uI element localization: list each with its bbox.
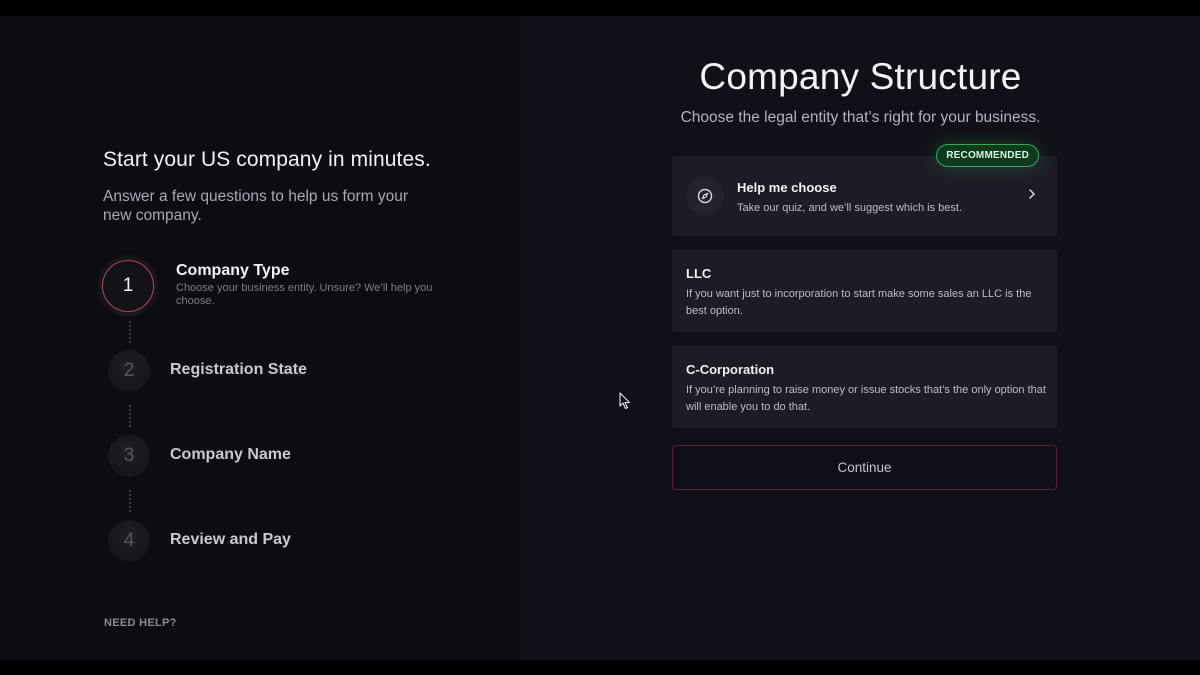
step-title: Review and Pay: [170, 531, 291, 548]
help-card-description: Take our quiz, and we’ll suggest which i…: [737, 202, 963, 214]
company-structure-panel: Company Structure Choose the legal entit…: [521, 16, 1200, 660]
page-title: Company Structure: [699, 56, 1022, 97]
sidebar-title: Start your US company in minutes.: [103, 148, 431, 171]
step-company-type[interactable]: 1 Company Type Choose your business enti…: [102, 260, 446, 312]
recommended-badge: RECOMMENDED: [936, 144, 1039, 167]
option-description: If you want just to incorporation to sta…: [686, 288, 1032, 317]
step-title: Registration State: [170, 361, 307, 378]
compass-icon: [686, 177, 724, 215]
chevron-right-icon: [1027, 187, 1037, 205]
onboarding-sidebar: Start your US company in minutes. Answer…: [0, 16, 521, 660]
app-window: Start your US company in minutes. Answer…: [0, 16, 1200, 660]
step-text: Review and Pay: [170, 531, 291, 549]
help-me-choose-card[interactable]: RECOMMENDED Help me choose Take our quiz…: [672, 144, 1057, 236]
mouse-cursor-icon: [619, 392, 631, 415]
step-text: Registration State: [170, 361, 307, 379]
step-registration-state[interactable]: 2 Registration State: [104, 350, 307, 392]
step-connector: [129, 321, 131, 343]
step-text: Company Name: [170, 446, 291, 464]
option-title: C-Corporation: [686, 362, 775, 377]
step-review-and-pay[interactable]: 4 Review and Pay: [104, 520, 291, 562]
sidebar-subtitle: Answer a few questions to help us form y…: [103, 188, 408, 224]
step-number-3: 3: [108, 435, 150, 477]
step-number-2: 2: [108, 350, 150, 392]
option-title: LLC: [686, 266, 712, 281]
llc-option-card[interactable]: LLC If you want just to incorporation to…: [672, 250, 1057, 332]
option-description: If you’re planning to raise money or iss…: [686, 384, 1046, 413]
step-title: Company Type: [176, 262, 290, 279]
help-card-title: Help me choose: [737, 180, 837, 195]
page-subtitle: Choose the legal entity that’s right for…: [680, 109, 1041, 126]
step-number-4: 4: [108, 520, 150, 562]
step-number-1: 1: [102, 260, 154, 312]
need-help-link[interactable]: NEED HELP?: [104, 617, 177, 629]
step-text: Company Type Choose your business entity…: [176, 262, 446, 308]
step-connector: [129, 490, 131, 512]
continue-button[interactable]: Continue: [672, 445, 1057, 490]
step-connector: [129, 405, 131, 427]
step-company-name[interactable]: 3 Company Name: [104, 435, 291, 477]
c-corporation-option-card[interactable]: C-Corporation If you’re planning to rais…: [672, 346, 1057, 428]
step-title: Company Name: [170, 446, 291, 463]
step-description: Choose your business entity. Unsure? We’…: [176, 282, 433, 307]
